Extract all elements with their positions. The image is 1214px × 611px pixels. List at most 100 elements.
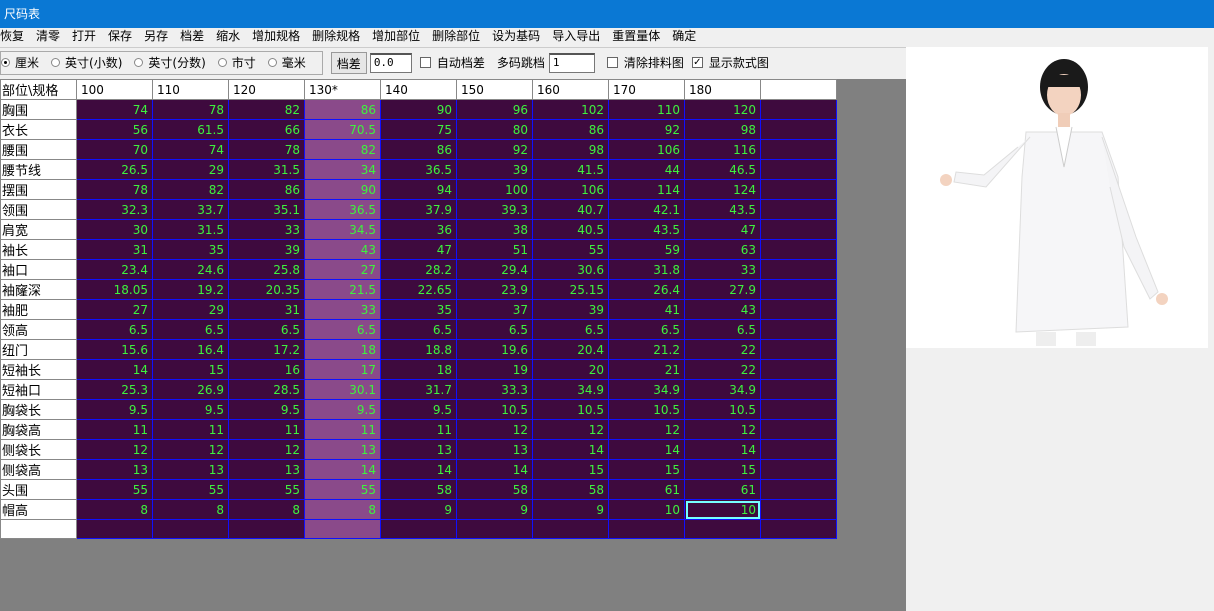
empty-cell[interactable]	[608, 519, 685, 539]
part-label[interactable]: 领高	[0, 319, 77, 340]
empty-cell[interactable]	[760, 119, 837, 140]
size-cell[interactable]: 39	[532, 299, 609, 320]
size-cell[interactable]: 86	[380, 139, 457, 160]
size-cell[interactable]: 58	[380, 479, 457, 500]
empty-cell[interactable]	[760, 379, 837, 400]
size-cell[interactable]: 9	[532, 499, 609, 520]
size-cell[interactable]: 82	[304, 139, 381, 160]
size-cell[interactable]: 11	[304, 419, 381, 440]
empty-cell[interactable]	[760, 179, 837, 200]
size-cell[interactable]: 10.5	[608, 399, 685, 420]
part-label[interactable]: 袖口	[0, 259, 77, 280]
part-label[interactable]: 腰节线	[0, 159, 77, 180]
size-cell[interactable]: 37	[456, 299, 533, 320]
size-cell[interactable]: 33.7	[152, 199, 229, 220]
size-cell[interactable]: 30.6	[532, 259, 609, 280]
size-cell[interactable]: 82	[228, 99, 305, 120]
size-cell[interactable]: 18.05	[76, 279, 153, 300]
size-cell[interactable]: 9.5	[228, 399, 305, 420]
size-cell[interactable]: 47	[684, 219, 761, 240]
size-cell[interactable]: 6.5	[456, 319, 533, 340]
menu-item-8[interactable]: 删除规格	[312, 28, 366, 46]
grade-value-input[interactable]: 0.0	[369, 52, 412, 73]
size-header[interactable]: 150	[456, 79, 533, 100]
size-cell[interactable]: 74	[152, 139, 229, 160]
size-cell[interactable]: 9.5	[380, 399, 457, 420]
size-cell[interactable]: 42.1	[608, 199, 685, 220]
size-cell[interactable]: 31	[76, 239, 153, 260]
size-cell[interactable]: 55	[532, 239, 609, 260]
size-cell[interactable]: 19.6	[456, 339, 533, 360]
size-cell[interactable]: 27	[304, 259, 381, 280]
grade-button[interactable]: 档差	[330, 51, 367, 74]
size-cell[interactable]: 29	[152, 159, 229, 180]
size-cell[interactable]: 11	[228, 419, 305, 440]
size-cell[interactable]: 106	[608, 139, 685, 160]
size-cell[interactable]: 13	[152, 459, 229, 480]
size-cell[interactable]: 86	[532, 119, 609, 140]
empty-cell[interactable]	[760, 339, 837, 360]
size-cell[interactable]: 19	[456, 359, 533, 380]
empty-cell[interactable]	[532, 519, 609, 539]
size-cell[interactable]: 100	[456, 179, 533, 200]
size-cell[interactable]: 9.5	[304, 399, 381, 420]
size-header[interactable]: 120	[228, 79, 305, 100]
size-cell[interactable]: 33	[304, 299, 381, 320]
size-cell[interactable]: 26.9	[152, 379, 229, 400]
part-label[interactable]: 衣长	[0, 119, 77, 140]
size-cell[interactable]: 35.1	[228, 199, 305, 220]
size-cell[interactable]: 31.8	[608, 259, 685, 280]
part-label[interactable]: 袖肥	[0, 299, 77, 320]
size-cell[interactable]: 36	[380, 219, 457, 240]
size-cell[interactable]: 25.3	[76, 379, 153, 400]
size-cell[interactable]: 116	[684, 139, 761, 160]
size-cell[interactable]: 14	[380, 459, 457, 480]
empty-cell[interactable]	[760, 279, 837, 300]
size-cell[interactable]: 36.5	[380, 159, 457, 180]
menu-item-12[interactable]: 导入导出	[552, 28, 606, 46]
size-cell[interactable]: 75	[380, 119, 457, 140]
size-cell[interactable]: 61.5	[152, 119, 229, 140]
size-cell[interactable]: 6.5	[684, 319, 761, 340]
size-cell[interactable]: 12	[456, 419, 533, 440]
multi-jump-input[interactable]: 1	[548, 52, 595, 73]
menu-item-10[interactable]: 删除部位	[432, 28, 486, 46]
size-cell[interactable]: 6.5	[608, 319, 685, 340]
empty-cell[interactable]	[304, 519, 381, 539]
empty-cell[interactable]	[228, 519, 305, 539]
size-cell[interactable]: 13	[76, 459, 153, 480]
size-cell[interactable]: 10	[608, 499, 685, 520]
empty-cell[interactable]	[380, 519, 457, 539]
size-cell[interactable]: 96	[456, 99, 533, 120]
menu-item-7[interactable]: 增加规格	[252, 28, 306, 46]
size-cell[interactable]: 34.9	[532, 379, 609, 400]
part-label[interactable]: 胸袋高	[0, 419, 77, 440]
empty-cell[interactable]	[760, 439, 837, 460]
part-label[interactable]: 纽门	[0, 339, 77, 360]
size-cell[interactable]: 58	[456, 479, 533, 500]
size-cell[interactable]: 23.4	[76, 259, 153, 280]
menu-item-13[interactable]: 重置量体	[612, 28, 666, 46]
size-cell[interactable]: 58	[532, 479, 609, 500]
empty-cell[interactable]	[760, 479, 837, 500]
size-cell[interactable]: 34.5	[304, 219, 381, 240]
part-label[interactable]: 侧袋高	[0, 459, 77, 480]
size-cell[interactable]: 56	[76, 119, 153, 140]
size-cell[interactable]: 20.35	[228, 279, 305, 300]
size-cell[interactable]: 13	[304, 439, 381, 460]
size-cell[interactable]: 55	[76, 479, 153, 500]
size-cell[interactable]: 35	[380, 299, 457, 320]
size-cell[interactable]: 102	[532, 99, 609, 120]
size-cell[interactable]: 15	[532, 459, 609, 480]
size-cell[interactable]: 41.5	[532, 159, 609, 180]
size-cell[interactable]: 61	[608, 479, 685, 500]
size-cell[interactable]: 21.2	[608, 339, 685, 360]
size-cell[interactable]: 26.5	[76, 159, 153, 180]
size-cell[interactable]: 46.5	[684, 159, 761, 180]
size-cell[interactable]: 6.5	[304, 319, 381, 340]
size-cell[interactable]: 12	[228, 439, 305, 460]
size-cell[interactable]: 124	[684, 179, 761, 200]
size-cell[interactable]: 8	[76, 499, 153, 520]
auto-grade-checkbox[interactable]: 自动档差	[419, 54, 485, 71]
size-cell[interactable]: 25.8	[228, 259, 305, 280]
